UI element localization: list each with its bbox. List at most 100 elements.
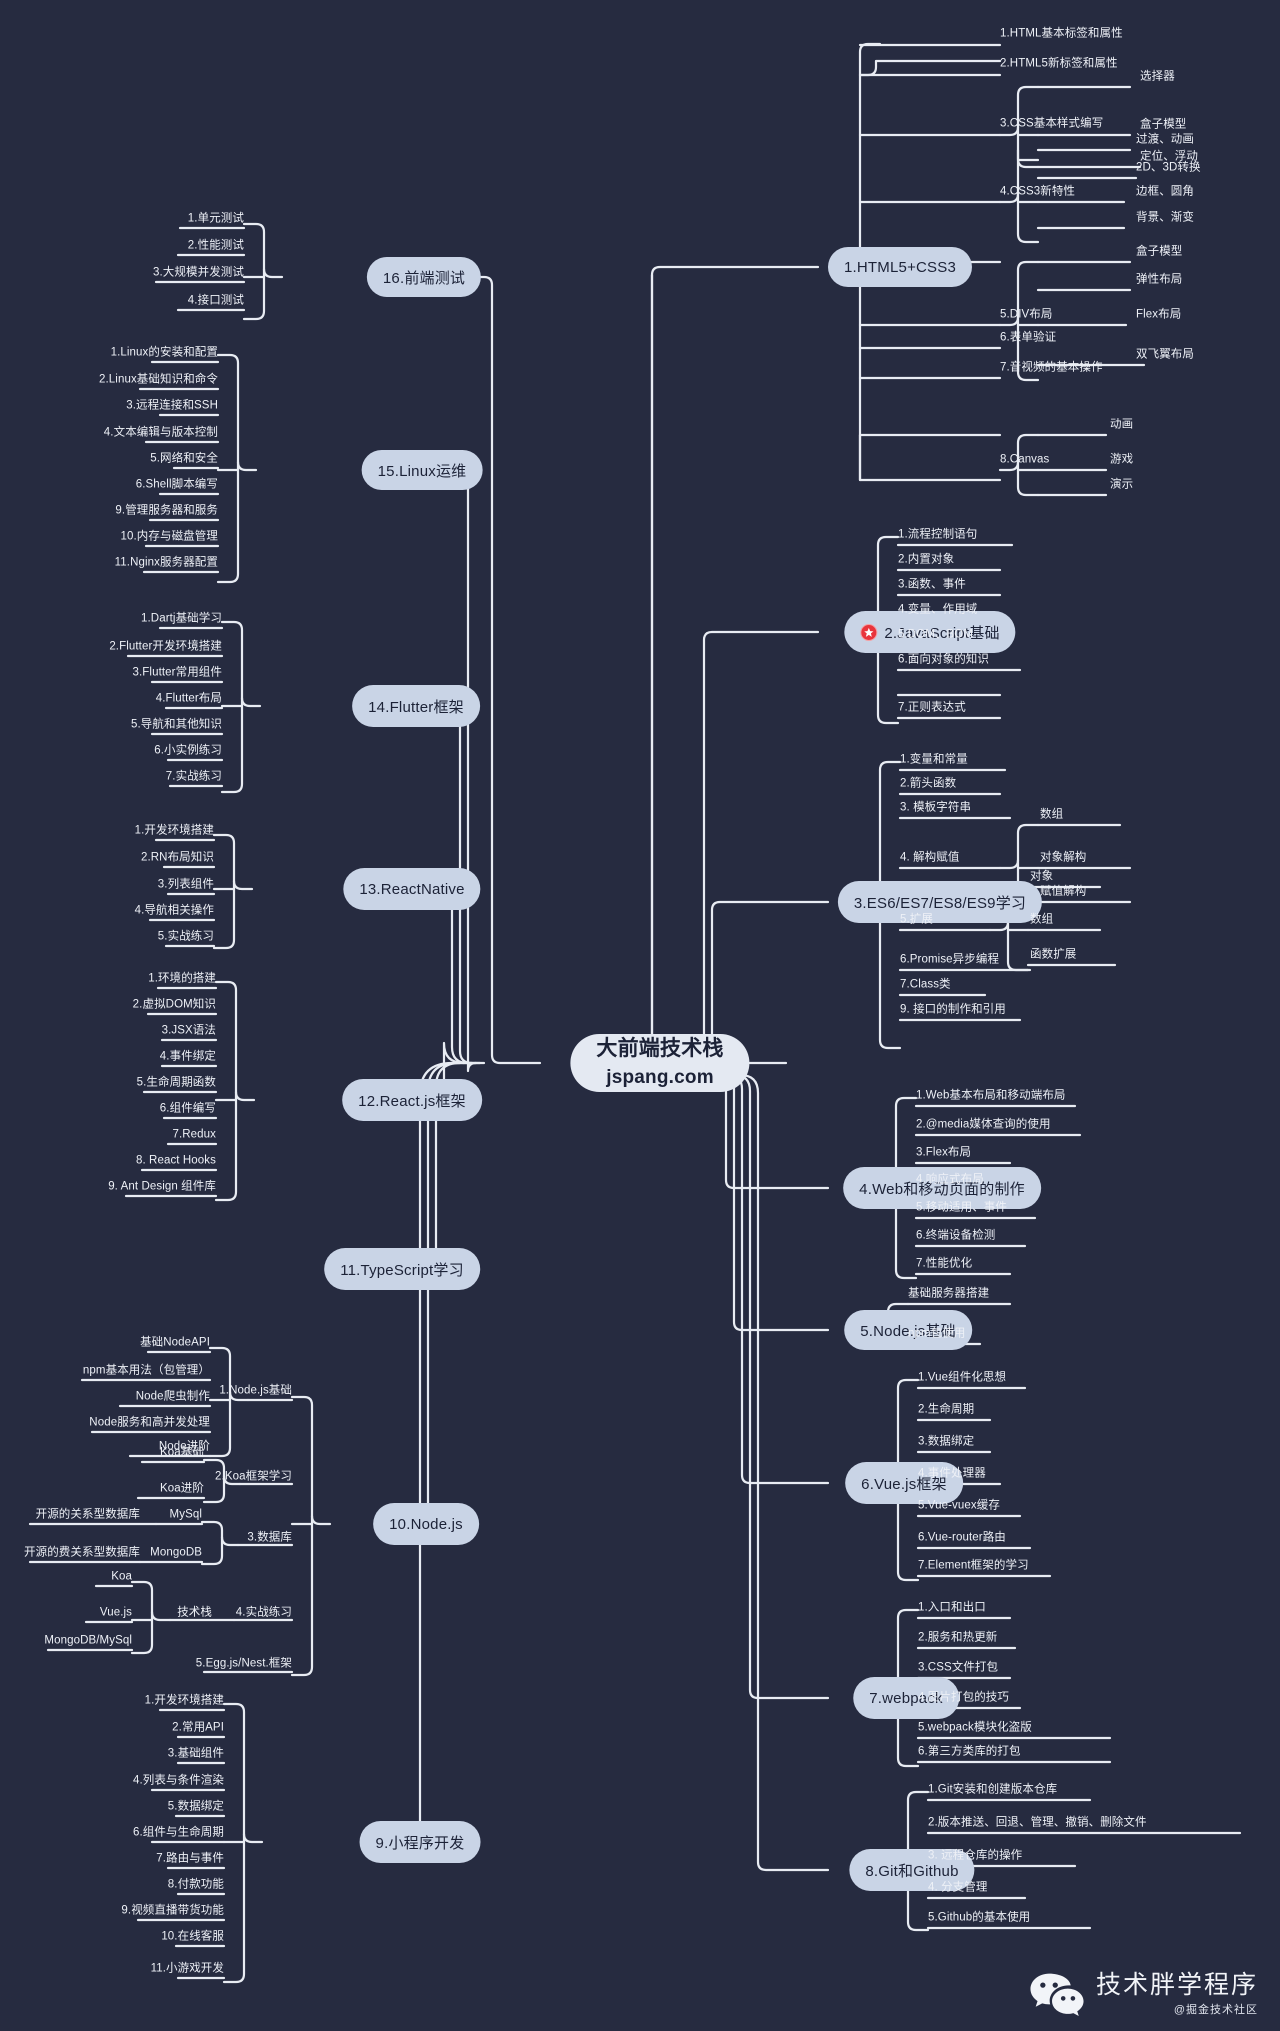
branch-label: 13.ReactNative bbox=[359, 880, 465, 898]
leaf-label: 3.Flex布局 bbox=[916, 1146, 972, 1159]
leaf-label: 盒子模型 bbox=[1136, 245, 1183, 258]
leaf-label: MongoDB bbox=[150, 1546, 202, 1559]
leaf-label: 8. React Hooks bbox=[135, 1154, 216, 1167]
leaf-label: 盒子模型 bbox=[1140, 118, 1187, 131]
leaf-label: 开源的费关系型数据库 bbox=[24, 1546, 140, 1559]
leaf-label: 4.CSS3新特性 bbox=[1000, 185, 1076, 198]
leaf-label: 4.接口测试 bbox=[187, 294, 244, 307]
leaf-label: 1.流程控制语句 bbox=[898, 528, 978, 541]
leaf-label: 1.开发环境搭建 bbox=[144, 1694, 224, 1707]
center-node[interactable]: 大前端技术栈 jspang.com bbox=[570, 1034, 750, 1092]
leaf-label: 3. 远程仓库的操作 bbox=[928, 1849, 1023, 1862]
leaf-label: 6.Shell脚本编写 bbox=[135, 478, 218, 491]
leaf-label: 6.Promise异步编程 bbox=[900, 953, 1000, 966]
branch-node-fetest[interactable]: 16.前端测试 bbox=[366, 257, 482, 297]
leaf-label: 6.面向对象的知识 bbox=[898, 653, 989, 666]
mindmap-canvas: 大前端技术栈 jspang.com 1.HTML5+CSS3 2.JavaScr… bbox=[0, 0, 1280, 2031]
leaf-label: 动画 bbox=[1110, 418, 1134, 431]
leaf-label: 9. 接口的制作和引用 bbox=[900, 1003, 1006, 1016]
leaf-label: 2.Flutter开发环境搭建 bbox=[109, 640, 222, 653]
leaf-label: 双飞翼布局 bbox=[1136, 348, 1194, 361]
leaf-label: 9. Ant Design 组件库 bbox=[108, 1180, 216, 1193]
center-title-line2: jspang.com bbox=[606, 1067, 714, 1089]
leaf-label: Flex布局 bbox=[1136, 308, 1182, 321]
branch-node-miniprogram[interactable]: 9.小程序开发 bbox=[359, 1821, 481, 1863]
leaf-label: 4.列表与条件渲染 bbox=[133, 1774, 224, 1787]
brand-title: 技术胖学程序 bbox=[1095, 1970, 1258, 1999]
leaf-label: 5.Github的基本使用 bbox=[928, 1911, 1031, 1924]
leaf-label: 1.Dartj基础学习 bbox=[141, 612, 222, 625]
leaf-label: 7.正则表达式 bbox=[898, 701, 966, 714]
leaf-label: 2.Linux基础知识和命令 bbox=[99, 373, 218, 386]
leaf-label: 9.视频直播带货功能 bbox=[121, 1904, 224, 1917]
leaf-label: 11.小游戏开发 bbox=[150, 1962, 224, 1975]
leaf-label: 4.事件绑定 bbox=[159, 1050, 216, 1063]
star-badge-icon bbox=[860, 623, 878, 641]
branch-label: 10.Node.js bbox=[389, 1515, 463, 1533]
leaf-label: 7.Redux bbox=[172, 1128, 216, 1141]
leaf-label: 5.导航和其他知识 bbox=[131, 718, 222, 731]
leaf-label: Koa进阶 bbox=[160, 1482, 204, 1495]
leaf-label: 2.版本推送、回退、管理、撤销、删除文件 bbox=[928, 1816, 1147, 1829]
leaf-label: 7.音视频的基本操作 bbox=[1000, 361, 1103, 374]
leaf-label: 5.DIV布局 bbox=[1000, 308, 1053, 321]
branch-label: 14.Flutter框架 bbox=[368, 698, 464, 716]
branch-label: 11.TypeScript学习 bbox=[340, 1261, 464, 1279]
leaf-label: 3.JSX语法 bbox=[161, 1024, 216, 1037]
branch-node-reactjs[interactable]: 12.React.js框架 bbox=[342, 1079, 482, 1121]
leaf-label: 1.入口和出口 bbox=[918, 1601, 986, 1614]
leaf-label: 3.列表组件 bbox=[157, 878, 214, 891]
wechat-icon bbox=[1028, 1971, 1086, 2017]
leaf-label: 3.数据库 bbox=[247, 1531, 292, 1544]
branch-node-linux[interactable]: 15.Linux运维 bbox=[361, 450, 483, 490]
leaf-label: 6.小实例练习 bbox=[154, 744, 222, 757]
leaf-label: 2.箭头函数 bbox=[900, 777, 957, 790]
leaf-label: MySql bbox=[169, 1508, 202, 1521]
leaf-label: Koa bbox=[111, 1570, 132, 1583]
leaf-label: 2.生命周期 bbox=[918, 1403, 975, 1416]
leaf-label: 演示 bbox=[1110, 478, 1134, 491]
leaf-label: 1.环境的搭建 bbox=[148, 972, 216, 985]
leaf-label: 5.网络和安全 bbox=[150, 452, 218, 465]
leaf-label: 函数扩展 bbox=[1030, 948, 1077, 961]
leaf-label: 2.HTML5新标签和属性 bbox=[1000, 57, 1118, 70]
leaf-label: 8.付款功能 bbox=[167, 1878, 224, 1891]
branch-node-html5css3[interactable]: 1.HTML5+CSS3 bbox=[827, 247, 973, 287]
leaf-label: Node服务和高并发处理 bbox=[89, 1416, 210, 1429]
leaf-label: Koa基础 bbox=[160, 1446, 204, 1459]
leaf-label: 1.Linux的安装和配置 bbox=[110, 346, 218, 359]
leaf-label: 2.虚拟DOM知识 bbox=[132, 998, 216, 1011]
leaf-label: 2.常用API bbox=[172, 1721, 224, 1734]
footer-brand: 技术胖学程序 @掘金技术社区 bbox=[1028, 1971, 1258, 2017]
leaf-label: 1.Web基本布局和移动端布局 bbox=[916, 1089, 1066, 1102]
branch-label: 3.ES6/ES7/ES8/ES9学习 bbox=[853, 894, 1027, 912]
leaf-label: 4.变量、作用域 bbox=[898, 603, 978, 616]
leaf-label: 1.Node.js基础 bbox=[219, 1384, 292, 1397]
branch-label: 1.HTML5+CSS3 bbox=[843, 258, 957, 276]
leaf-label: 弹性布局 bbox=[1136, 273, 1183, 286]
leaf-label: 6.终端设备检测 bbox=[916, 1229, 996, 1242]
branch-label: 15.Linux运维 bbox=[377, 462, 467, 480]
branch-node-typescript[interactable]: 11.TypeScript学习 bbox=[324, 1248, 480, 1290]
leaf-label: 2.Koa框架学习 bbox=[215, 1470, 292, 1483]
leaf-label: 3.函数、事件 bbox=[898, 578, 966, 591]
leaf-label: 5.Egg.js/Nest.框架 bbox=[195, 1657, 292, 1670]
leaf-label: 7.路由与事件 bbox=[156, 1852, 224, 1865]
leaf-label: 6.组件与生命周期 bbox=[133, 1826, 224, 1839]
branch-node-reactnative[interactable]: 13.ReactNative bbox=[343, 868, 481, 910]
leaf-label: 3.数据绑定 bbox=[918, 1435, 975, 1448]
leaf-label: 技术栈 bbox=[177, 1606, 212, 1619]
leaf-label: Node爬虫制作 bbox=[135, 1390, 210, 1403]
leaf-label: 赋值解构 bbox=[1040, 885, 1087, 898]
leaf-label: 4.导航相关操作 bbox=[134, 904, 214, 917]
leaf-label: 4. 解构赋值 bbox=[900, 851, 960, 864]
branch-node-flutter[interactable]: 14.Flutter框架 bbox=[352, 685, 480, 727]
branch-node-nodejs[interactable]: 10.Node.js bbox=[373, 1503, 479, 1545]
brand-subtitle: @掘金技术社区 bbox=[1173, 2004, 1258, 2016]
branch-node-es6789[interactable]: 3.ES6/ES7/ES8/ES9学习 bbox=[837, 881, 1043, 923]
leaf-label: 1.变量和常量 bbox=[900, 753, 968, 766]
leaf-label: 2.内置对象 bbox=[898, 553, 955, 566]
leaf-label: 4.实战练习 bbox=[235, 1606, 292, 1619]
leaf-label: 1.HTML基本标签和属性 bbox=[1000, 27, 1123, 40]
leaf-label: 7.性能优化 bbox=[916, 1257, 973, 1270]
